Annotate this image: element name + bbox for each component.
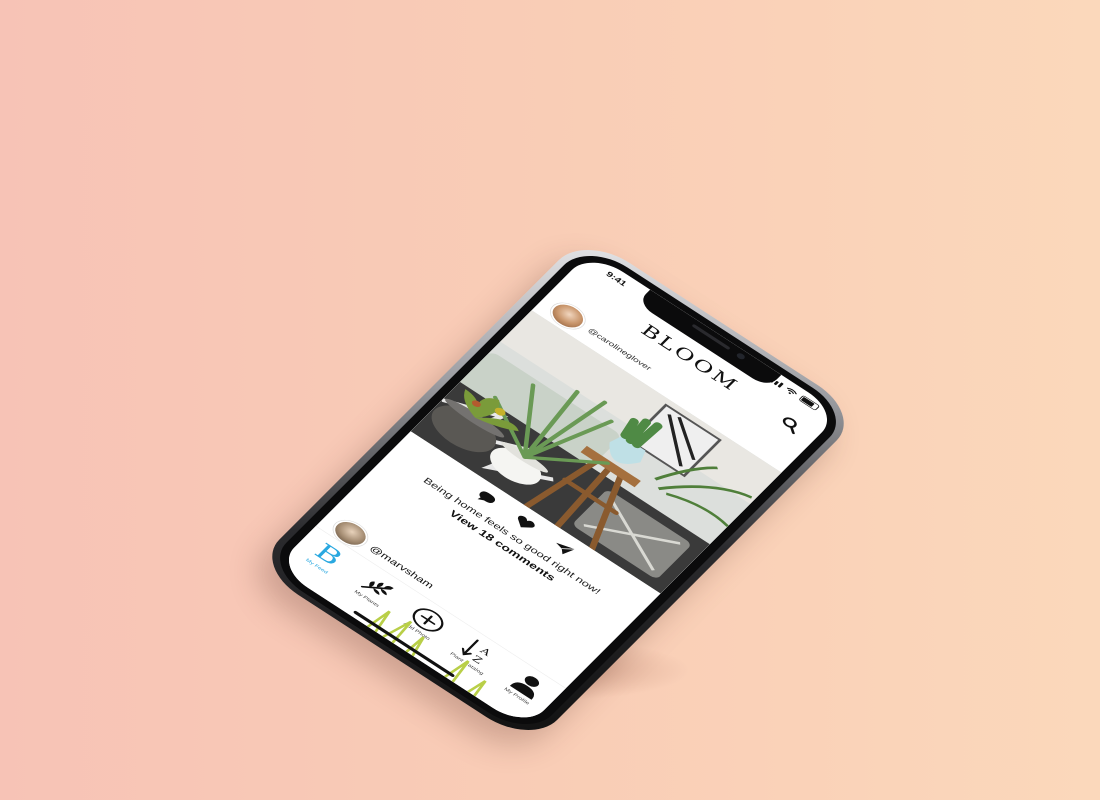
search-icon[interactable] <box>777 414 804 435</box>
status-time: 9:41 <box>604 269 629 288</box>
front-camera <box>735 351 747 361</box>
mockup-stage: 9:41 BLOOM @carolineglover Being home fe… <box>0 0 1100 800</box>
battery-icon <box>798 394 821 411</box>
phone-screen: 9:41 BLOOM @carolineglover Being home fe… <box>275 251 841 729</box>
wifi-icon <box>787 387 798 394</box>
phone-device: 9:41 BLOOM @carolineglover Being home fe… <box>253 233 863 747</box>
